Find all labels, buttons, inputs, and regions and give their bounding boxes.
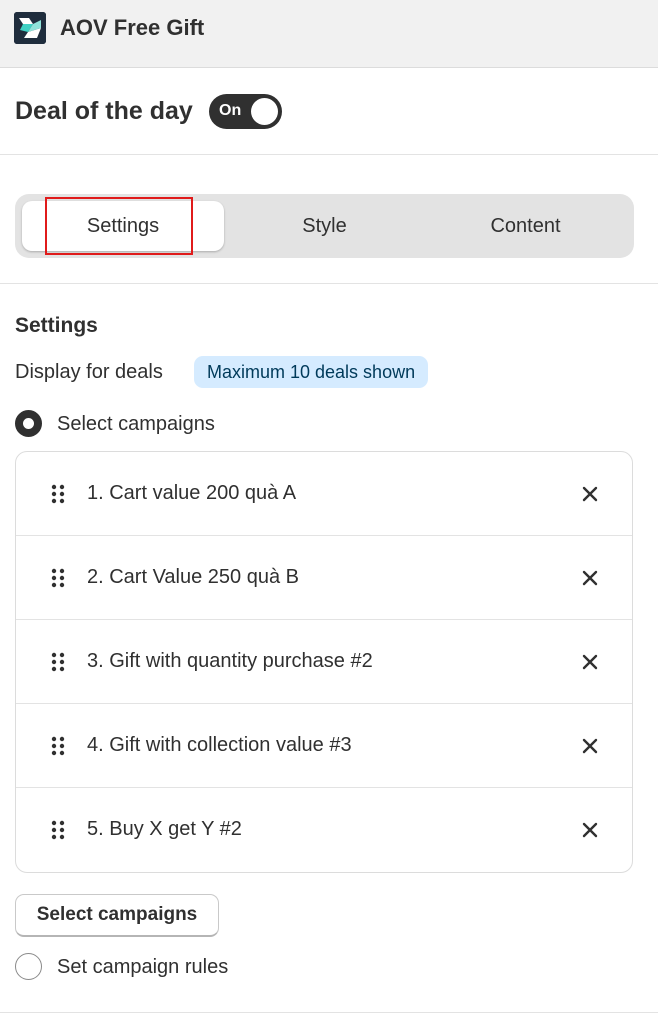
close-icon[interactable]	[581, 569, 599, 587]
close-icon[interactable]	[581, 485, 599, 503]
tab-content[interactable]: Content	[425, 201, 626, 251]
campaign-name: 3. Gift with quantity purchase #2	[87, 650, 373, 672]
app-title: AOV Free Gift	[60, 15, 205, 40]
list-item: 5. Buy X get Y #2	[16, 788, 632, 872]
campaign-name: 4. Gift with collection value #3	[87, 734, 352, 756]
radio-label-set-campaign-rules: Set campaign rules	[57, 956, 229, 978]
list-item: 2. Cart Value 250 quà B	[16, 536, 632, 620]
app-logo-icon	[14, 12, 46, 44]
drag-handle-icon[interactable]	[51, 484, 65, 504]
campaign-list: 1. Cart value 200 quà A 2. Cart Value 25…	[15, 451, 633, 873]
close-icon[interactable]	[581, 821, 599, 839]
toggle-knob	[251, 98, 278, 125]
select-campaigns-button[interactable]: Select campaigns	[15, 894, 219, 937]
divider	[0, 1012, 658, 1013]
app-header: AOV Free Gift	[0, 0, 658, 68]
tabs-section: Settings Style Content	[0, 155, 658, 284]
page-title: Deal of the day	[15, 97, 193, 125]
drag-handle-icon[interactable]	[51, 652, 65, 672]
list-item: 4. Gift with collection value #3	[16, 704, 632, 788]
close-icon[interactable]	[581, 653, 599, 671]
drag-handle-icon[interactable]	[51, 820, 65, 840]
radio-set-campaign-rules[interactable]	[15, 953, 42, 980]
campaign-name: 2. Cart Value 250 quà B	[87, 566, 299, 588]
list-item: 1. Cart value 200 quà A	[16, 452, 632, 536]
toggle-label: On	[219, 102, 242, 119]
close-icon[interactable]	[581, 737, 599, 755]
page-header: Deal of the day On	[0, 68, 658, 155]
display-label: Display for deals	[15, 361, 163, 383]
tab-group: Settings Style Content	[15, 194, 634, 258]
tab-style[interactable]: Style	[224, 201, 425, 251]
tab-settings[interactable]: Settings	[22, 201, 224, 251]
status-toggle[interactable]: On	[209, 94, 282, 129]
radio-label-select-campaigns: Select campaigns	[57, 413, 215, 435]
drag-handle-icon[interactable]	[51, 568, 65, 588]
drag-handle-icon[interactable]	[51, 736, 65, 756]
radio-select-campaigns[interactable]	[15, 410, 42, 437]
deals-limit-badge: Maximum 10 deals shown	[194, 356, 429, 388]
campaign-name: 5. Buy X get Y #2	[87, 818, 242, 840]
campaign-name: 1. Cart value 200 quà A	[87, 482, 297, 504]
list-item: 3. Gift with quantity purchase #2	[16, 620, 632, 704]
section-title: Settings	[15, 314, 98, 337]
